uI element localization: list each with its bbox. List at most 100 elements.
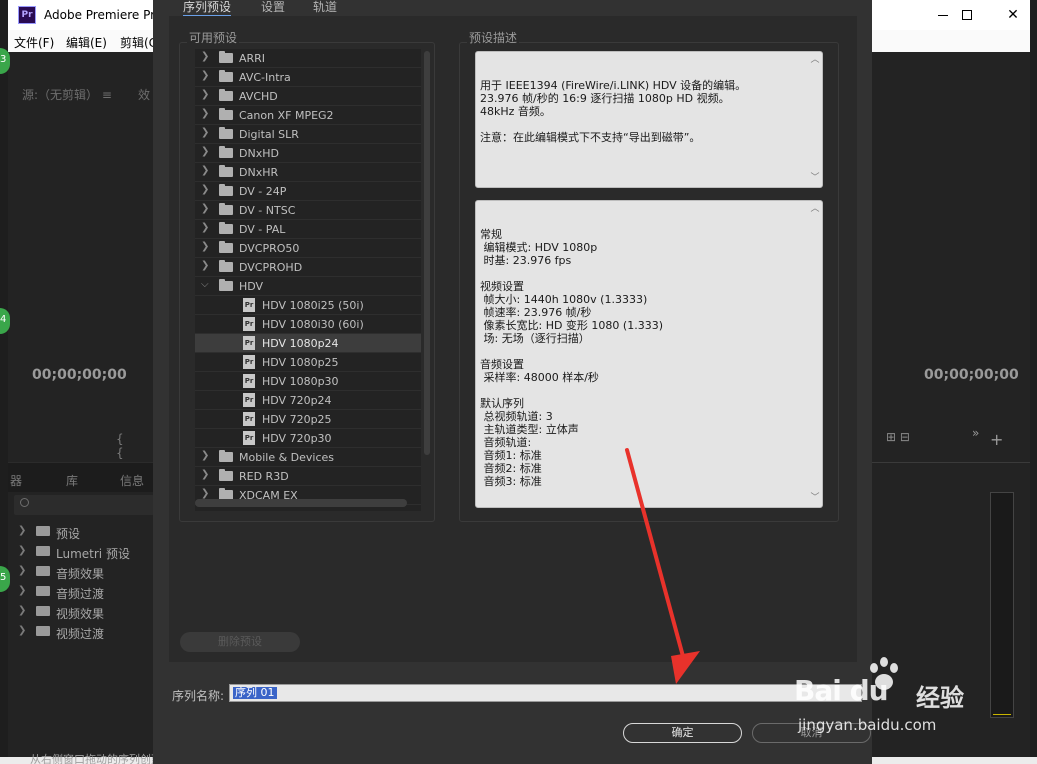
menu-file[interactable]: 文件(F) — [14, 34, 54, 51]
panel-menu-icon[interactable]: ≡ — [102, 88, 112, 102]
effects-item-video-effects[interactable]: ❯ 视频效果 — [14, 602, 160, 622]
chevron-right-icon[interactable]: ❯ — [201, 127, 209, 138]
premiere-preset-icon: Pr — [243, 355, 255, 369]
tree-folder-row[interactable]: ❯ DNxHR — [195, 163, 421, 182]
premiere-preset-icon: Pr — [243, 317, 255, 331]
chevron-right-icon[interactable]: ❯ — [201, 222, 209, 233]
chevron-right-icon[interactable]: ❯ — [201, 108, 209, 119]
folder-icon — [36, 526, 50, 536]
tree-preset-row[interactable]: Pr HDV 720p24 — [195, 391, 421, 410]
tree-folder-row[interactable]: ❯ AVC-Intra — [195, 68, 421, 87]
tree-folder-row[interactable]: ❯ DVCPRO50 — [195, 239, 421, 258]
right-panels: 00;00;00;00 ⊞ ⊟ » + — [872, 52, 1030, 757]
chevron-right-icon[interactable]: ❯ — [201, 51, 209, 62]
chevron-down-icon[interactable]: ⌵ — [201, 279, 209, 290]
folder-icon — [219, 260, 233, 272]
maximize-icon — [962, 10, 972, 20]
tree-folder-row[interactable]: ❯ ARRI — [195, 49, 421, 68]
tab-tracks[interactable]: 轨道 — [313, 0, 337, 15]
folder-icon — [219, 108, 233, 120]
menu-edit[interactable]: 编辑(E) — [66, 34, 107, 51]
app-title: Adobe Premiere Pro — [44, 8, 163, 22]
chevron-right-icon[interactable]: ❯ — [201, 260, 209, 271]
chevron-right-icon[interactable]: ❯ — [201, 89, 209, 100]
tab-settings[interactable]: 设置 — [261, 0, 285, 15]
scrollbar-thumb[interactable] — [424, 51, 430, 455]
tree-folder-row[interactable]: ❯ Digital SLR — [195, 125, 421, 144]
chevron-right-icon[interactable]: ❯ — [201, 450, 209, 461]
chevron-right-icon[interactable]: ❯ — [201, 469, 209, 480]
ok-button[interactable]: 确定 — [623, 723, 742, 743]
scroll-down-icon[interactable]: ﹀ — [810, 172, 820, 185]
scroll-down-icon[interactable]: ﹀ — [810, 492, 820, 505]
folder-icon — [219, 279, 233, 291]
tree-item-label: Digital SLR — [239, 128, 299, 141]
scroll-up-icon[interactable]: ︿ — [810, 203, 820, 216]
scroll-up-icon[interactable]: ︿ — [810, 54, 820, 67]
tab-sequence-presets[interactable]: 序列预设 — [183, 0, 232, 17]
tree-preset-row[interactable]: Pr HDV 1080i25 (50i) — [195, 296, 421, 315]
preset-tree[interactable]: ❯ ARRI ❯ AVC-Intra ❯ AVCHD ❯ Canon XF MPEG2 ❯ Dig… — [195, 49, 421, 511]
tree-folder-row[interactable]: ❯ DV - PAL — [195, 220, 421, 239]
tree-preset-row[interactable]: Pr HDV 1080p24 — [195, 334, 421, 353]
tree-item-label: HDV 1080i25 (50i) — [262, 299, 364, 312]
chevron-right-icon[interactable]: ❯ — [201, 146, 209, 157]
tree-horizontal-scrollbar[interactable] — [195, 499, 407, 507]
list-item-label: 预设 — [56, 527, 81, 541]
search-icon — [20, 498, 29, 507]
program-toolbar[interactable]: ⊞ ⊟ — [886, 430, 910, 444]
effects-item-lumetri[interactable]: ❯ Lumetri 预设 — [14, 542, 160, 562]
source-timecode: 00;00;00;00 — [32, 367, 127, 383]
panel-divider — [872, 462, 1030, 463]
effects-item-video-transitions[interactable]: ❯ 视频过渡 — [14, 622, 160, 642]
tree-vertical-scrollbar[interactable] — [423, 49, 431, 455]
folder-icon — [219, 70, 233, 82]
source-monitor-tab[interactable]: 源:（无剪辑） ≡ — [22, 86, 112, 103]
tree-folder-row[interactable]: ❯ DV - 24P — [195, 182, 421, 201]
tree-folder-row[interactable]: ❯ DV - NTSC — [195, 201, 421, 220]
list-item-label: 音频效果 — [56, 567, 105, 581]
chevron-right-icon[interactable]: ❯ — [201, 70, 209, 81]
effects-search-input[interactable] — [14, 495, 154, 515]
sequence-name-input[interactable]: 序列 01 — [229, 684, 862, 702]
tree-folder-row[interactable]: ⌵ HDV — [195, 277, 421, 296]
tree-folder-row[interactable]: ❯ AVCHD — [195, 87, 421, 106]
premiere-preset-icon: Pr — [243, 393, 255, 407]
chevron-right-icon[interactable]: ❯ — [201, 184, 209, 195]
tree-preset-row[interactable]: Pr HDV 720p25 — [195, 410, 421, 429]
tree-item-label: DVCPROHD — [239, 261, 303, 274]
maximize-button[interactable] — [944, 0, 990, 30]
chevron-right-icon[interactable]: ❯ — [201, 203, 209, 214]
tree-folder-row[interactable]: ❯ Canon XF MPEG2 — [195, 106, 421, 125]
baidu-watermark: Bai du 经验 jingyan.baidu.com — [780, 656, 1000, 740]
chevron-right-icon: ❯ — [18, 525, 27, 536]
chevron-right-icon: ❯ — [18, 585, 27, 596]
status-hint: 从右侧窗口拖动的序列创建 — [30, 753, 162, 764]
close-button[interactable]: ✕ — [990, 0, 1036, 30]
tree-preset-row[interactable]: Pr HDV 720p30 — [195, 429, 421, 448]
tab-libraries[interactable]: 库 — [66, 472, 78, 489]
chevron-right-icon[interactable]: ❯ — [201, 488, 209, 499]
tab-info[interactable]: 信息 — [120, 472, 144, 489]
tree-preset-row[interactable]: Pr HDV 1080p30 — [195, 372, 421, 391]
premiere-preset-icon: Pr — [243, 431, 255, 445]
effects-item-audio-transitions[interactable]: ❯ 音频过渡 — [14, 582, 160, 602]
tree-preset-row[interactable]: Pr HDV 1080p25 — [195, 353, 421, 372]
tree-folder-row[interactable]: ❯ DNxHD — [195, 144, 421, 163]
chevron-right-icon: ❯ — [18, 625, 27, 636]
tree-folder-row[interactable]: ❯ DVCPROHD — [195, 258, 421, 277]
more-icon[interactable]: » — [972, 426, 979, 440]
chevron-right-icon[interactable]: ❯ — [201, 241, 209, 252]
effect-controls-tab[interactable]: 效 — [138, 86, 150, 103]
folder-icon — [219, 89, 233, 101]
tree-folder-row[interactable]: ❯ RED R3D — [195, 467, 421, 486]
delete-preset-button[interactable]: 删除预设 — [180, 632, 300, 652]
chevron-right-icon[interactable]: ❯ — [201, 165, 209, 176]
tree-preset-row[interactable]: Pr HDV 1080i30 (60i) — [195, 315, 421, 334]
add-button-icon[interactable]: + — [990, 430, 1003, 449]
tab-media-browser[interactable]: 器 — [10, 472, 22, 489]
tree-folder-row[interactable]: ❯ Mobile & Devices — [195, 448, 421, 467]
effects-item-presets[interactable]: ❯ 预设 — [14, 522, 160, 542]
menu-clip[interactable]: 剪辑(C — [120, 34, 157, 51]
effects-item-audio-effects[interactable]: ❯ 音频效果 — [14, 562, 160, 582]
